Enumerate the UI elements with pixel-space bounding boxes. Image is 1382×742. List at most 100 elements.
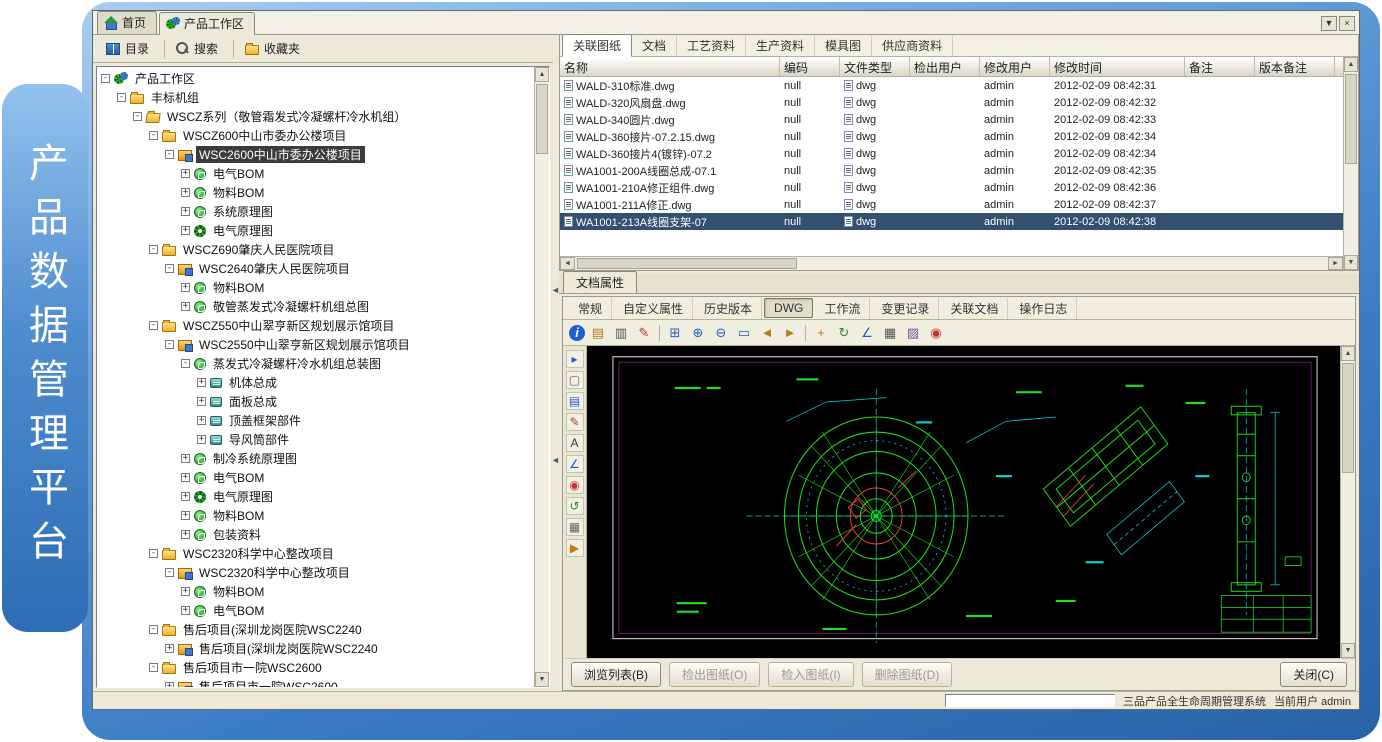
tree-node[interactable]: -WSCZ系列（敬管霜发式冷凝螺杆冷水机组） <box>97 107 534 126</box>
table-row[interactable]: WALD-360接片-07.2.15.dwgnulldwgadmin2012-0… <box>560 128 1343 145</box>
views-icon[interactable]: ▢ <box>566 371 584 389</box>
rotate-icon[interactable]: ↻ <box>834 323 854 343</box>
tree-node-label[interactable]: 物料BOM <box>210 507 267 524</box>
table-row[interactable]: WALD-320风扇盘.dwgnulldwgadmin2012-02-09 08… <box>560 94 1343 111</box>
close-button[interactable]: 关闭(C) <box>1280 662 1347 687</box>
measure-side-icon[interactable]: ∠ <box>566 455 584 473</box>
next-view-icon[interactable]: ► <box>780 323 800 343</box>
tree-expander-icon[interactable]: - <box>101 74 110 83</box>
stamp-icon[interactable]: ◉ <box>926 323 946 343</box>
column-header[interactable]: 文件类型 <box>840 57 910 76</box>
tree-node-label[interactable]: 电气BOM <box>210 469 267 486</box>
tree-node[interactable]: +系统原理图 <box>97 202 534 221</box>
tree-node[interactable]: + 电气BOM <box>97 468 534 487</box>
tree-node[interactable]: -WSC2600中山市委办公楼项目 <box>97 145 534 164</box>
splitter-collapse-icon[interactable]: ◄ <box>551 455 560 465</box>
tree-node-label[interactable]: 电气BOM <box>210 165 267 182</box>
tab-process-data[interactable]: 工艺资料 <box>677 35 746 56</box>
table-row[interactable]: WALD-360接片4(镀锌)-07.2nulldwgadmin2012-02-… <box>560 145 1343 162</box>
tab-custom-props[interactable]: 自定义属性 <box>614 298 693 319</box>
tree-node[interactable]: -WSCZ600中山市委办公楼项目 <box>97 126 534 145</box>
tab-workflow[interactable]: 工作流 <box>815 298 870 319</box>
tree-expander-icon[interactable]: + <box>181 454 190 463</box>
scroll-track[interactable] <box>535 82 549 672</box>
catalog-button[interactable]: 目录 <box>99 36 160 61</box>
tree-node[interactable]: +电气原理图 <box>97 487 534 506</box>
tab-history[interactable]: 历史版本 <box>695 298 762 319</box>
scroll-right-icon[interactable]: ► <box>1328 257 1343 270</box>
tree-node-label[interactable]: 蒸发式冷凝螺杆冷水机组总装图 <box>210 355 384 372</box>
tab-product-workspace[interactable]: 产品工作区 <box>159 12 255 35</box>
delete-drawing-button[interactable]: 删除图纸(D) <box>862 662 953 687</box>
splitter-collapse-icon[interactable]: ◄ <box>551 285 560 295</box>
tree-expander-icon[interactable]: + <box>181 473 190 482</box>
table-row[interactable]: WALD-340圆片.dwgnulldwgadmin2012-02-09 08:… <box>560 111 1343 128</box>
tree-node-label[interactable]: 电气BOM <box>210 602 267 619</box>
table-row[interactable]: WA1001-210A修正组件.dwgnulldwgadmin2012-02-0… <box>560 179 1343 196</box>
tree-expander-icon[interactable]: + <box>181 226 190 235</box>
tree-node-label[interactable]: 包装资料 <box>210 526 264 543</box>
tree-expander-icon[interactable]: - <box>149 321 158 330</box>
tab-home[interactable]: 首页 <box>97 11 157 34</box>
zoom-window-icon[interactable]: ⊞ <box>665 323 685 343</box>
zoom-in-icon[interactable]: ⊕ <box>688 323 708 343</box>
tab-dropdown-button[interactable]: ▼ <box>1321 16 1337 31</box>
table-row[interactable]: WA1001-213A线圈支架-07nulldwgadmin2012-02-09… <box>560 213 1343 230</box>
browse-list-button[interactable]: 浏览列表(B) <box>571 662 661 687</box>
tree-node[interactable]: -WSCZ550中山翠亨新区规划展示馆项目 <box>97 316 534 335</box>
measure-icon[interactable]: ∠ <box>857 323 877 343</box>
tree-node-label[interactable]: WSC2320科学中心整改项目 <box>180 545 337 562</box>
tree-expander-icon[interactable]: - <box>149 131 158 140</box>
tree-expander-icon[interactable]: + <box>181 283 190 292</box>
tree-node-label[interactable]: 售后项目(深圳龙岗医院WSC2240 <box>180 621 365 638</box>
status-input[interactable] <box>945 694 1115 707</box>
favorites-button[interactable]: 收藏夹 <box>238 36 311 61</box>
tree-expander-icon[interactable]: + <box>181 606 190 615</box>
column-header[interactable]: 编码 <box>780 57 840 76</box>
layers-panel-icon[interactable]: ▤ <box>566 392 584 410</box>
tree-node[interactable]: -WSC2640肇庆人民医院项目 <box>97 259 534 278</box>
tab-doc-properties[interactable]: 文档属性 <box>563 271 637 293</box>
open-file-icon[interactable]: ▤ <box>588 323 608 343</box>
column-header[interactable]: 版本备注 <box>1255 57 1335 76</box>
tree-node[interactable]: +售后项目市一院WSC2600 <box>97 677 534 687</box>
tree-node[interactable]: -产品工作区 <box>97 69 534 88</box>
tree-node[interactable]: +售后项目(深圳龙岗医院WSC2240 <box>97 639 534 658</box>
tree-node-label[interactable]: WSCZ系列（敬管霜发式冷凝螺杆冷水机组） <box>164 108 409 125</box>
tree-node[interactable]: -蒸发式冷凝螺杆冷水机组总装图 <box>97 354 534 373</box>
tree-node[interactable]: +物料BOM <box>97 582 534 601</box>
tree-node-label[interactable]: 制冷系统原理图 <box>210 450 300 467</box>
tree-node[interactable]: +包装资料 <box>97 525 534 544</box>
tree-expander-icon[interactable]: + <box>197 416 206 425</box>
tree-node-label[interactable]: 丰标机组 <box>148 89 202 106</box>
scroll-track[interactable] <box>1344 72 1358 255</box>
scroll-up-icon[interactable]: ▲ <box>1341 346 1355 361</box>
file-table-hscrollbar[interactable]: ◄ ► <box>560 256 1343 270</box>
scroll-down-icon[interactable]: ▼ <box>1344 255 1358 270</box>
tree-node[interactable]: +机体总成 <box>97 373 534 392</box>
flag-icon[interactable]: ▶ <box>566 539 584 557</box>
tree-expander-icon[interactable]: - <box>149 625 158 634</box>
tree-node[interactable]: +电气BOM <box>97 164 534 183</box>
tree-expander-icon[interactable]: - <box>149 663 158 672</box>
tree-node-label[interactable]: 顶盖框架部件 <box>226 412 304 429</box>
tree-node[interactable]: + 电气BOM <box>97 601 534 620</box>
column-header[interactable]: 检出用户 <box>910 57 980 76</box>
column-header[interactable]: 备注 <box>1185 57 1255 76</box>
layers-icon[interactable]: ▦ <box>880 323 900 343</box>
tab-related-docs[interactable]: 关联文档 <box>941 298 1008 319</box>
column-header[interactable]: 修改用户 <box>980 57 1050 76</box>
scroll-track[interactable] <box>1341 361 1355 643</box>
tree-expander-icon[interactable]: - <box>165 340 174 349</box>
tab-operation-log[interactable]: 操作日志 <box>1010 298 1077 319</box>
tab-general[interactable]: 常规 <box>569 298 612 319</box>
tab-supplier-data[interactable]: 供应商资料 <box>872 35 953 56</box>
tree-expander-icon[interactable]: - <box>165 264 174 273</box>
tree-expander-icon[interactable]: + <box>181 511 190 520</box>
scroll-down-icon[interactable]: ▼ <box>1341 643 1355 658</box>
tree-node[interactable]: -WSC2320科学中心整改项目 <box>97 563 534 582</box>
tree-expander-icon[interactable]: + <box>197 435 206 444</box>
select-icon[interactable]: ▸ <box>566 350 584 368</box>
column-header[interactable]: 名称 <box>560 57 780 76</box>
tree-node[interactable]: - 售后项目(深圳龙岗医院WSC2240 <box>97 620 534 639</box>
